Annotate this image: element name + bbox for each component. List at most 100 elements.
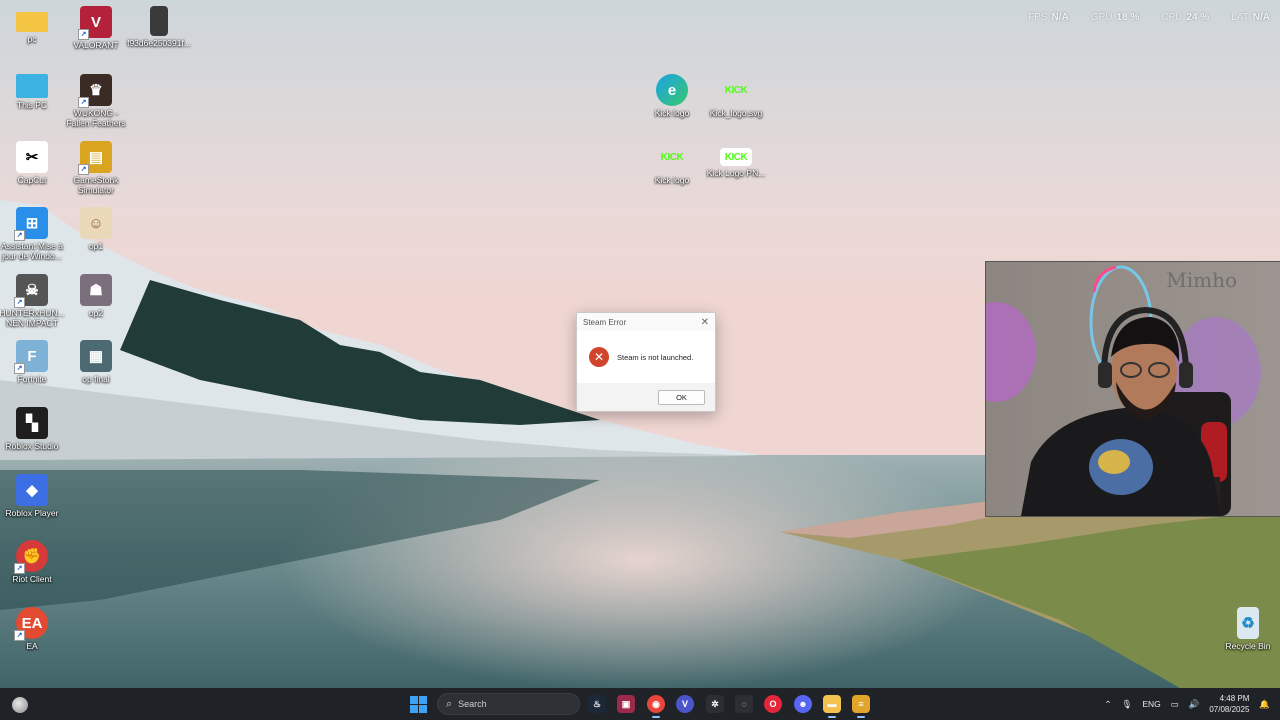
desktop-icon-kick-logo[interactable]: KICK Kick logo bbox=[639, 137, 705, 186]
ok-button[interactable]: OK bbox=[658, 389, 705, 405]
icon-label: GameStonk Simulator bbox=[73, 175, 119, 195]
desktop-icon-pc[interactable]: pc bbox=[0, 2, 65, 44]
dialog-footer: OK bbox=[577, 383, 715, 411]
close-icon[interactable]: ✕ bbox=[701, 317, 709, 328]
desktop-icon-windows-update-assistant[interactable]: ⊞ ↗ Assistant Mise à jour de Windo... bbox=[0, 203, 65, 261]
icon-label: This PC bbox=[16, 100, 48, 110]
search-label: Search bbox=[458, 699, 487, 709]
perf-lat: LAT N/A bbox=[1231, 12, 1270, 23]
kick-icon: KICK bbox=[724, 84, 748, 96]
taskbar: ⌕ Search ♨ ▣ ◉ V ✲ ◌ O ☻ ▬ ≡ ⌃ 🎙 ENG ▭ 🔊… bbox=[0, 688, 1280, 720]
taskbar-app-app2[interactable]: ◌ bbox=[735, 695, 753, 713]
chrome-icon: ◉ bbox=[652, 698, 660, 709]
steam-error-dialog: Steam Error ✕ ✕ Steam is not launched. O… bbox=[576, 312, 716, 412]
icon-label: Roblox Player bbox=[5, 508, 59, 518]
language-indicator[interactable]: ENG bbox=[1142, 699, 1160, 709]
search-icon: ⌕ bbox=[446, 697, 453, 710]
desktop-icon-op-final[interactable]: ▦ op final bbox=[63, 336, 129, 384]
taskbar-app-steam[interactable]: ♨ bbox=[588, 695, 606, 713]
notification-icon[interactable]: 🔔 bbox=[1259, 699, 1270, 710]
desktop-icon-recycle-bin[interactable]: ♻ Recycle Bin bbox=[1215, 603, 1280, 651]
icon-label: Kick_logo.svg bbox=[709, 108, 763, 118]
icon-label: EA bbox=[26, 641, 38, 651]
perf-cpu: CPU 24 % bbox=[1161, 12, 1210, 23]
taskbar-app-chrome[interactable]: ◉ bbox=[647, 695, 665, 718]
desktop-icon-capcut[interactable]: ✂ CapCut bbox=[0, 137, 65, 185]
icon-label: CapCut bbox=[17, 175, 47, 185]
icon-label: Roblox Studio bbox=[5, 441, 59, 451]
desktop-icon-op1[interactable]: ☺ op1 bbox=[63, 203, 129, 251]
taskbar-app-chatgpt[interactable]: ✲ bbox=[706, 695, 724, 713]
icon-label: HUNTERxHUN... NEN IMPACT bbox=[0, 308, 65, 328]
system-tray: ⌃ 🎙 ENG ▭ 🔊 4:48 PM 07/08/2025 🔔 bbox=[1104, 688, 1270, 720]
taskbar-app-vpn[interactable]: V bbox=[676, 695, 694, 713]
icon-label: op final bbox=[82, 374, 110, 384]
desktop-icon-hunterxhunter[interactable]: ☠ ↗ HUNTERxHUN... NEN IMPACT bbox=[0, 270, 65, 328]
roblox-icon: ◆ bbox=[16, 474, 48, 506]
webcam-feed bbox=[986, 262, 1280, 516]
taskbar-app-explorer[interactable]: ▬ bbox=[823, 695, 841, 718]
desktop-icon-riot-client[interactable]: ✊ ↗ Riot Client bbox=[0, 536, 65, 584]
icon-label: WUKONG - Fallen Feathers bbox=[66, 108, 126, 128]
icon-label: VALORANT bbox=[73, 40, 119, 50]
perf-gpu: GPU 18 % bbox=[1090, 12, 1140, 23]
recycle-bin-icon: ♻ bbox=[1237, 607, 1259, 639]
game-icon: ☠ ↗ bbox=[14, 274, 48, 308]
icon-label: Kick Logo PN... bbox=[706, 168, 766, 178]
volume-icon[interactable]: 🔊 bbox=[1189, 699, 1200, 710]
start-button[interactable] bbox=[410, 696, 427, 713]
chevron-up-icon[interactable]: ⌃ bbox=[1104, 699, 1111, 710]
clock[interactable]: 4:48 PM 07/08/2025 bbox=[1209, 693, 1249, 715]
folder-icon: ▬ bbox=[827, 699, 837, 709]
desktop-icon-kick-logo-edge[interactable]: e Kick logo bbox=[639, 70, 705, 118]
kick-icon: KICK bbox=[720, 148, 752, 166]
taskbar-app-opera[interactable]: O bbox=[764, 695, 782, 713]
taskbar-app-app[interactable]: ▣ bbox=[617, 695, 635, 713]
network-icon[interactable]: ▭ bbox=[1171, 699, 1179, 710]
icon-label: Fortnite bbox=[17, 374, 47, 384]
image-file-icon bbox=[150, 6, 168, 36]
icon-label: op2 bbox=[88, 308, 104, 318]
desktop-icon-fortnite[interactable]: F ↗ Fortnite bbox=[0, 336, 65, 384]
dialog-body: ✕ Steam is not launched. bbox=[577, 331, 715, 383]
roblox-studio-icon: ▚ bbox=[16, 407, 48, 439]
valorant-icon: V ↗ bbox=[78, 6, 112, 40]
ea-icon: EA ↗ bbox=[14, 607, 48, 641]
taskbar-search[interactable]: ⌕ Search bbox=[437, 693, 580, 715]
webcam-overlay: Mimho bbox=[985, 261, 1280, 517]
desktop-icon-op2[interactable]: ☗ op2 bbox=[63, 270, 129, 318]
game-icon: ♛ ↗ bbox=[78, 74, 112, 108]
dialog-title: Steam Error bbox=[583, 317, 627, 327]
widgets-button[interactable] bbox=[12, 697, 28, 713]
burger-app-icon: ≡ bbox=[858, 699, 864, 709]
desktop-icon-kick-logo-svg[interactable]: KICK Kick_logo.svg bbox=[703, 70, 769, 119]
icon-label: Kick logo bbox=[654, 175, 690, 185]
desktop-icon-image-file[interactable]: f93d6e250391f... bbox=[126, 2, 192, 48]
icon-label: f93d6e250391f... bbox=[127, 38, 191, 48]
dialog-message: Steam is not launched. bbox=[617, 352, 694, 362]
icon-label: op1 bbox=[88, 241, 104, 251]
desktop-icon-wukong[interactable]: ♛ ↗ WUKONG - Fallen Feathers bbox=[63, 70, 129, 128]
icon-label: Assistant Mise à jour de Windo... bbox=[1, 241, 63, 261]
error-icon: ✕ bbox=[589, 347, 609, 367]
desktop-icon-roblox-player[interactable]: ◆ Roblox Player bbox=[0, 470, 65, 518]
taskbar-app-discord[interactable]: ☻ bbox=[794, 695, 812, 713]
monitor-icon bbox=[16, 74, 48, 98]
icon-label: Riot Client bbox=[12, 574, 52, 584]
desktop-icon-roblox-studio[interactable]: ▚ Roblox Studio bbox=[0, 403, 65, 451]
kick-icon: KICK bbox=[660, 151, 684, 163]
desktop-icon-valorant[interactable]: V ↗ VALORANT bbox=[63, 2, 129, 50]
icon-label: pc bbox=[27, 34, 37, 44]
taskbar-app-app3[interactable]: ≡ bbox=[852, 695, 870, 718]
desktop-icon-kick-logo-png[interactable]: KICK Kick Logo PN... bbox=[703, 137, 769, 178]
clock-date: 07/08/2025 bbox=[1209, 705, 1250, 714]
dialog-titlebar[interactable]: Steam Error ✕ bbox=[577, 313, 715, 331]
image-file-icon: ▦ bbox=[80, 340, 112, 372]
desktop-icon-ea[interactable]: EA ↗ EA bbox=[0, 603, 65, 651]
fortnite-icon: F ↗ bbox=[14, 340, 48, 374]
windows-logo-icon bbox=[419, 705, 427, 713]
desktop-icon-this-pc[interactable]: This PC bbox=[0, 70, 65, 110]
microphone-icon[interactable]: 🎙 bbox=[1122, 699, 1133, 710]
desktop-icon-gamestonk-simulator[interactable]: ▤ ↗ GameStonk Simulator bbox=[63, 137, 129, 195]
icon-label: Recycle Bin bbox=[1225, 641, 1271, 651]
